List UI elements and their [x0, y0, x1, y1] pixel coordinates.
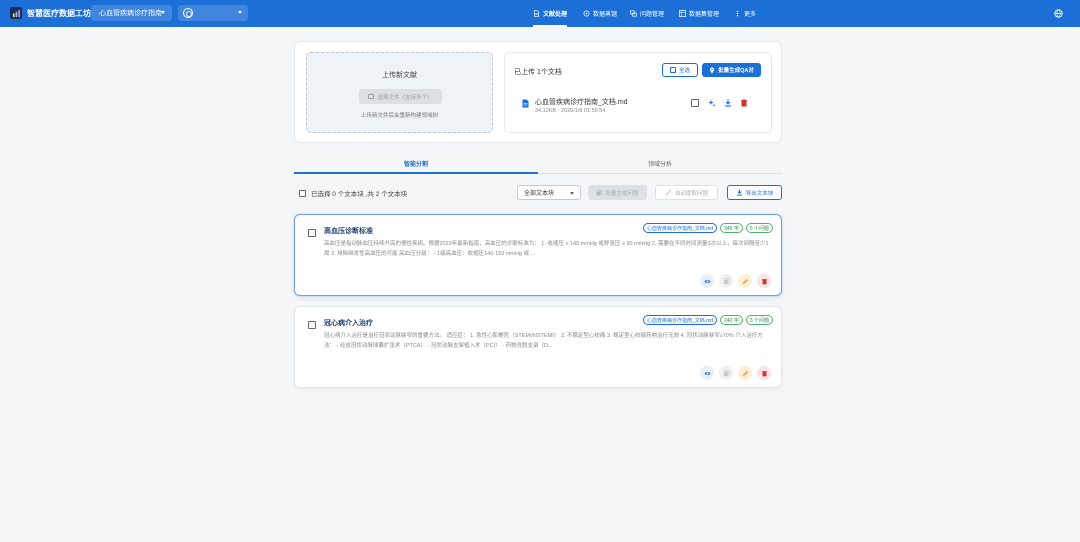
delete-icon [761, 370, 767, 376]
file-checkbox[interactable] [691, 99, 699, 107]
checkbox-icon [669, 67, 676, 73]
delete-button[interactable] [757, 274, 771, 288]
upload-hint: 上传新文件后会重新构建领域树 [360, 113, 438, 119]
pencil-icon [742, 370, 748, 376]
tab-domain-analysis[interactable]: 领域分析 [538, 153, 782, 173]
chat-icon [630, 10, 637, 17]
question-count-tag: 5 个问题 [745, 223, 773, 233]
batch-generate-label: 批量生成QA对 [718, 68, 754, 74]
edit-button[interactable] [738, 274, 752, 288]
file-meta: 34.12KB · 2026/1/8 01:59:54 [535, 108, 606, 114]
model-select[interactable] [178, 5, 248, 21]
nav-label: 问题管理 [640, 12, 665, 18]
eye-icon [703, 279, 711, 283]
upload-title: 上传新文献 [382, 72, 417, 79]
nav-literature[interactable]: 文献处理 [533, 0, 568, 27]
select-files-button[interactable]: 选择文件（支持多个） [359, 89, 442, 104]
chevron-down-icon [161, 11, 165, 14]
sparkle-icon[interactable] [708, 99, 716, 107]
document-icon [533, 10, 540, 17]
source-file-tag: 心血管疾病诊疗指南_文档.md [642, 315, 718, 325]
nav-distill[interactable]: 数据蒸馏 [583, 0, 617, 27]
selection-summary: 已选择 0 个文本块 ,共 2 个文本块 [299, 188, 407, 198]
nav-label: 文献处理 [543, 12, 568, 18]
app-logo-icon [10, 7, 22, 19]
char-count-tag: 345 字 [720, 223, 743, 233]
chunk-title: 冠心病介入治疗 [324, 320, 373, 327]
magic-wand-icon [665, 189, 672, 196]
copy-icon [596, 189, 603, 195]
batch-questions-label: 批量生成问题 [605, 190, 639, 197]
auto-extract-questions-button[interactable]: 自动提取问题 [655, 185, 718, 200]
chunk-card[interactable]: 冠心病介入治疗 心血管疾病诊疗指南_文档.md 240 字 3 个问题 冠心病介… [294, 306, 782, 388]
copy-button[interactable] [719, 274, 733, 288]
top-app-bar: 智慧医疗数据工坊 心血管疾病诊疗指南 文献处理 数据蒸馏 问题管理 数据集管理 … [0, 0, 1080, 27]
delete-icon [761, 278, 767, 284]
delete-button[interactable] [757, 366, 771, 380]
uploaded-count: 已上传 1个文档 [514, 69, 562, 76]
chunk-tags: 心血管疾病诊疗指南_文档.md 240 字 3 个问题 [642, 315, 773, 325]
chevron-down-icon [238, 11, 242, 14]
language-globe-icon[interactable] [1054, 9, 1063, 18]
edit-button[interactable] [738, 366, 752, 380]
chunk-card[interactable]: 高血压诊断标准 心血管疾病诊疗指南_文档.md 345 字 5 个问题 高血压是… [294, 214, 782, 296]
view-button[interactable] [700, 274, 714, 288]
dataset-icon [679, 10, 686, 17]
uploaded-files-panel: 已上传 1个文档 全选 批量生成QA对 心血管疾病诊疗指南_文档.md 34.1… [504, 52, 772, 133]
pin-icon [710, 67, 715, 73]
chunk-actions [700, 366, 771, 380]
question-count-tag: 3 个问题 [745, 315, 773, 325]
download-icon[interactable] [724, 99, 732, 107]
distill-icon [583, 10, 590, 17]
file-name: 心血管疾病诊疗指南_文档.md [535, 99, 628, 106]
upload-card: 上传新文献 选择文件（支持多个） 上传新文件后会重新构建领域树 已上传 1个文档… [294, 41, 782, 143]
project-select-value: 心血管疾病诊疗指南 [99, 10, 162, 17]
model-icon [183, 8, 193, 18]
chunk-checkbox[interactable] [308, 321, 316, 329]
source-file-tag: 心血管疾病诊疗指南_文档.md [642, 223, 718, 233]
nav-label: 数据集管理 [689, 12, 720, 18]
app-title: 智慧医疗数据工坊 [27, 9, 91, 18]
delete-icon[interactable] [740, 99, 748, 107]
char-count-tag: 240 字 [720, 315, 743, 325]
chunk-filter-value: 全部文本块 [524, 191, 555, 197]
content-tabs: 智能分割 领域分析 [294, 153, 782, 174]
folder-icon [368, 94, 375, 99]
auto-extract-label: 自动提取问题 [674, 190, 708, 197]
chunk-tags: 心血管疾病诊疗指南_文档.md 345 字 5 个问题 [642, 223, 773, 233]
nav-more[interactable]: 更多 [734, 0, 756, 27]
batch-generate-questions-button[interactable]: 批量生成问题 [588, 185, 647, 200]
chunk-title: 高血压诊断标准 [324, 228, 373, 235]
nav-questions[interactable]: 问题管理 [630, 0, 664, 27]
upload-dropzone[interactable]: 上传新文献 选择文件（支持多个） 上传新文件后会重新构建领域树 [306, 52, 493, 133]
more-vertical-icon [736, 10, 739, 17]
export-chunks-button[interactable]: 导出文本块 [727, 185, 782, 200]
copy-icon [723, 369, 729, 376]
nav-label: 更多 [744, 12, 757, 18]
export-label: 导出文本块 [745, 190, 774, 197]
tab-smart-split[interactable]: 智能分割 [294, 153, 538, 174]
chunk-checkbox[interactable] [308, 229, 316, 237]
chunk-preview-text: 高血压是指动脉血压持续升高的慢性疾病。根据2023年最新指南，高血压的诊断标准为… [324, 241, 769, 257]
copy-button[interactable] [719, 366, 733, 380]
view-button[interactable] [700, 366, 714, 380]
select-all-chunks-checkbox[interactable] [299, 189, 306, 197]
chunk-preview-text: 冠心病介入治疗是治疗冠状动脉狭窄的重要方法。 适应症： 1. 急性心肌梗死（ST… [324, 333, 763, 349]
project-select[interactable]: 心血管疾病诊疗指南 [91, 5, 172, 21]
chunk-filter-select[interactable]: 全部文本块 [517, 185, 581, 200]
select-files-label: 选择文件（支持多个） [377, 94, 433, 101]
select-all-button[interactable]: 全选 [662, 63, 698, 77]
chunk-actions [700, 274, 771, 288]
eye-icon [703, 371, 711, 375]
file-icon [522, 99, 529, 108]
batch-generate-qa-button[interactable]: 批量生成QA对 [702, 63, 761, 77]
selection-text: 已选择 0 个文本块 ,共 2 个文本块 [311, 191, 408, 198]
nav-datasets[interactable]: 数据集管理 [679, 0, 719, 27]
download-icon [736, 189, 742, 196]
pencil-icon [742, 278, 748, 284]
copy-icon [723, 277, 729, 284]
select-all-label: 全选 [678, 68, 690, 74]
chevron-down-icon [570, 192, 574, 195]
nav-label: 数据蒸馏 [593, 12, 618, 18]
